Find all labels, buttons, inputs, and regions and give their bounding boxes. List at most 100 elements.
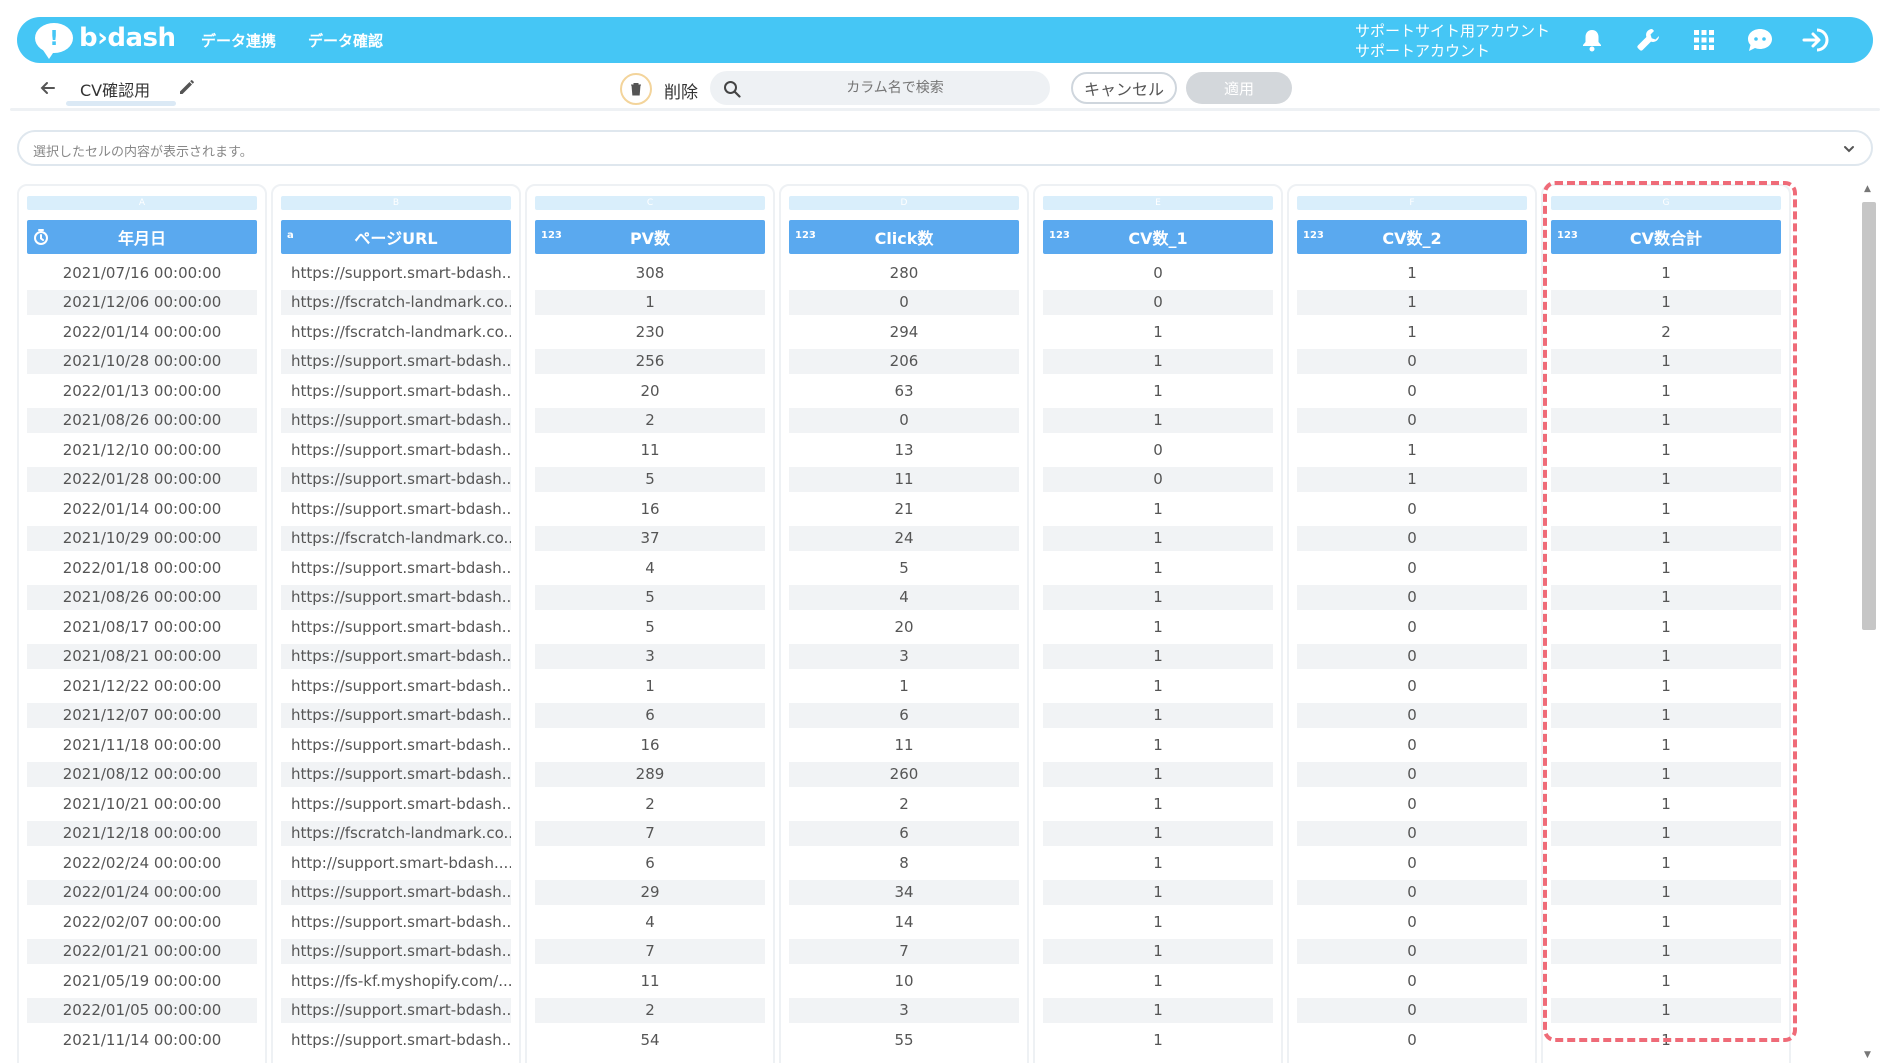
table-cell[interactable]: 1 (1043, 761, 1273, 787)
table-cell[interactable]: 6 (535, 702, 765, 728)
table-cell[interactable]: https://support.smart-bdash... (281, 997, 511, 1023)
account-info[interactable]: サポートサイト用アカウント サポートアカウント (1355, 21, 1550, 61)
table-cell[interactable]: 2021/12/18 00:00:00 (27, 820, 257, 846)
page-title[interactable]: CV確認用 (80, 77, 150, 101)
table-cell[interactable]: 6 (535, 850, 765, 875)
table-cell[interactable]: https://support.smart-bdash... (281, 584, 511, 610)
table-cell[interactable]: 1 (1043, 319, 1273, 344)
table-cell[interactable]: 0 (1297, 614, 1527, 639)
column-header[interactable]: 123 CV数_2 (1297, 220, 1527, 254)
table-cell[interactable]: 1 (1551, 437, 1781, 462)
table-cell[interactable]: 1 (1043, 791, 1273, 816)
table-cell[interactable]: 1 (1551, 289, 1781, 315)
table-cell[interactable]: 54 (535, 1027, 765, 1052)
table-cell[interactable]: 10 (789, 968, 1019, 993)
table-cell[interactable]: https://fscratch-landmark.co... (281, 289, 511, 315)
table-cell[interactable]: 1 (1043, 584, 1273, 610)
table-cell[interactable]: https://support.smart-bdash... (281, 348, 511, 374)
table-cell[interactable]: 1 (1043, 968, 1273, 993)
table-cell[interactable]: 0 (1297, 584, 1527, 610)
table-cell[interactable]: 37 (535, 525, 765, 551)
table-cell[interactable]: 0 (1297, 673, 1527, 698)
table-cell[interactable]: https://support.smart-bdash... (281, 732, 511, 757)
column-header[interactable]: 123 Click数 (789, 220, 1019, 254)
table-cell[interactable]: 0 (1297, 997, 1527, 1023)
table-cell[interactable]: 2021/12/06 00:00:00 (27, 289, 257, 315)
table-cell[interactable]: 2021/10/29 00:00:00 (27, 525, 257, 551)
column-header[interactable]: 123 CV数_1 (1043, 220, 1273, 254)
table-cell[interactable]: https://fscratch-landmark.co... (281, 820, 511, 846)
table-cell[interactable]: 34 (789, 879, 1019, 905)
table-cell[interactable]: https://support.smart-bdash... (281, 761, 511, 787)
table-cell[interactable]: 2022/01/18 00:00:00 (27, 555, 257, 580)
table-cell[interactable]: 2022/01/13 00:00:00 (27, 378, 257, 403)
table-cell[interactable]: https://fscratch-landmark.co... (281, 525, 511, 551)
table-cell[interactable]: 1 (1043, 614, 1273, 639)
table-cell[interactable]: 0 (1297, 702, 1527, 728)
chevron-down-icon[interactable] (1841, 141, 1857, 157)
back-arrow-icon[interactable] (38, 78, 58, 98)
table-cell[interactable]: 4 (535, 555, 765, 580)
table-cell[interactable]: 0 (1297, 496, 1527, 521)
table-cell[interactable]: 2 (1551, 319, 1781, 344)
scroll-down-arrow-icon[interactable]: ▼ (1864, 1050, 1871, 1060)
delete-label[interactable]: 削除 (664, 78, 698, 103)
table-cell[interactable]: 2021/12/10 00:00:00 (27, 437, 257, 462)
table-cell[interactable]: 1 (1551, 260, 1781, 285)
table-cell[interactable]: 0 (1297, 378, 1527, 403)
table-cell[interactable]: 11 (535, 968, 765, 993)
table-cell[interactable]: 5 (535, 614, 765, 639)
table-cell[interactable]: 21 (789, 496, 1019, 521)
table-cell[interactable]: 1 (1043, 879, 1273, 905)
table-cell[interactable]: 1 (1043, 909, 1273, 934)
table-cell[interactable]: 3 (535, 643, 765, 669)
table-cell[interactable]: 1 (1551, 348, 1781, 374)
table-cell[interactable]: 289 (535, 761, 765, 787)
table-cell[interactable]: 0 (1297, 555, 1527, 580)
table-cell[interactable]: 1 (1551, 879, 1781, 905)
table-cell[interactable]: 7 (789, 938, 1019, 964)
table-cell[interactable]: 1 (1551, 968, 1781, 993)
table-cell[interactable]: 0 (1043, 289, 1273, 315)
table-cell[interactable]: 1 (1043, 1027, 1273, 1052)
table-cell[interactable]: 1 (535, 289, 765, 315)
table-cell[interactable]: https://fs-kf.myshopify.com/... (281, 968, 511, 993)
cell-content-viewer[interactable]: 選択したセルの内容が表示されます。 (17, 130, 1873, 166)
column-letter[interactable]: G (1551, 196, 1781, 210)
table-cell[interactable]: 29 (535, 879, 765, 905)
table-cell[interactable]: 1 (1043, 643, 1273, 669)
column-header[interactable]: a ページURL (281, 220, 511, 254)
table-cell[interactable]: 0 (1297, 820, 1527, 846)
table-cell[interactable]: 2 (789, 791, 1019, 816)
table-cell[interactable]: 294 (789, 319, 1019, 344)
table-cell[interactable]: 20 (535, 378, 765, 403)
table-cell[interactable]: https://support.smart-bdash... (281, 260, 511, 285)
table-cell[interactable]: 0 (1297, 938, 1527, 964)
table-cell[interactable]: https://support.smart-bdash... (281, 407, 511, 433)
table-cell[interactable]: 1 (1297, 437, 1527, 462)
table-cell[interactable]: 0 (1043, 437, 1273, 462)
table-cell[interactable]: 14 (789, 909, 1019, 934)
table-cell[interactable]: 0 (789, 407, 1019, 433)
table-cell[interactable]: 1 (1551, 938, 1781, 964)
table-cell[interactable]: 0 (1297, 525, 1527, 551)
table-cell[interactable]: 2021/10/21 00:00:00 (27, 791, 257, 816)
table-cell[interactable]: 230 (535, 319, 765, 344)
table-cell[interactable]: 1 (1551, 997, 1781, 1023)
table-cell[interactable]: 13 (789, 437, 1019, 462)
table-cell[interactable]: 2 (535, 407, 765, 433)
scroll-thumb[interactable] (1862, 202, 1876, 630)
table-cell[interactable]: 1 (1551, 525, 1781, 551)
table-cell[interactable]: 8 (789, 850, 1019, 875)
column-letter[interactable]: A (27, 196, 257, 210)
table-cell[interactable]: 16 (535, 732, 765, 757)
table-cell[interactable]: https://support.smart-bdash... (281, 466, 511, 492)
cancel-button[interactable]: キャンセル (1071, 72, 1177, 104)
table-cell[interactable]: 1 (1043, 820, 1273, 846)
table-cell[interactable]: 1 (1297, 319, 1527, 344)
pencil-icon[interactable] (178, 78, 196, 96)
table-cell[interactable]: 1 (1297, 289, 1527, 315)
table-cell[interactable]: https://support.smart-bdash... (281, 1027, 511, 1052)
table-cell[interactable]: 5 (535, 466, 765, 492)
table-cell[interactable]: 2021/08/26 00:00:00 (27, 407, 257, 433)
